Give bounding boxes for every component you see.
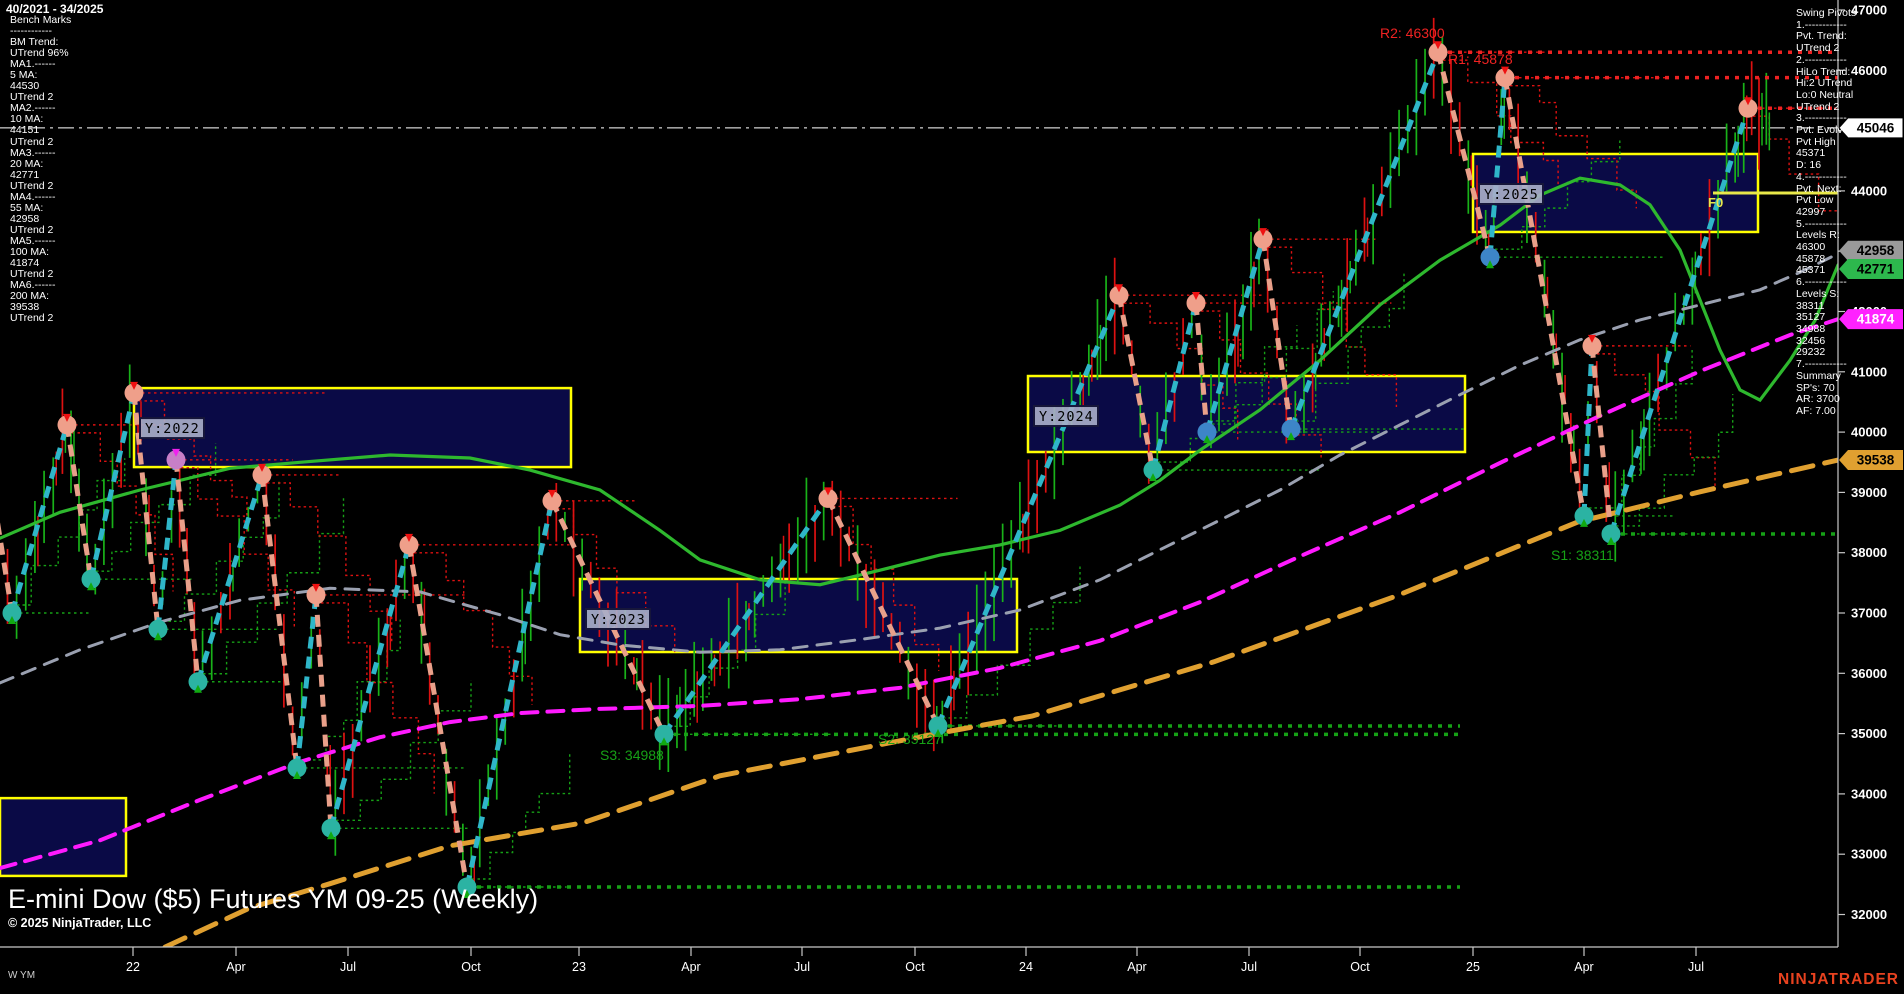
- price-badge-value: 39538: [1857, 452, 1895, 467]
- panel-line: 42997: [1796, 207, 1856, 219]
- time-axis-label: Apr: [1574, 960, 1593, 974]
- price-chart[interactable]: F0 R2: 46300R1: 45878 S1: 38311 S2: 35127 S3…: [0, 0, 1904, 994]
- level-label: S3: 34988: [600, 747, 664, 763]
- time-axis-label: Jul: [1241, 960, 1257, 974]
- panel-line: UTrend 2: [10, 137, 71, 148]
- up-swing-line: [12, 425, 67, 613]
- level-label: S1: 38311: [1551, 547, 1614, 563]
- time-axis-label: Jul: [1688, 960, 1704, 974]
- up-swing-line: [331, 545, 409, 828]
- ma-line-200ma: [165, 460, 1838, 947]
- year-label: Y:2022: [145, 421, 200, 437]
- panel-line: 4.------------: [1796, 172, 1856, 184]
- year-label: Y:2025: [1484, 187, 1539, 203]
- time-axis-label: Jul: [794, 960, 810, 974]
- panel-line: 44151: [10, 125, 71, 136]
- level-label: R1: 45878: [1448, 51, 1513, 67]
- panel-line: UTrend 2: [10, 313, 71, 324]
- time-axis-label: Oct: [1350, 960, 1370, 974]
- plot-area[interactable]: F0 R2: 46300R1: 45878 S1: 38311 S2: 35127 S3…: [0, 18, 1877, 947]
- panel-line: MA3.------: [10, 148, 71, 159]
- price-axis-label: 32000: [1851, 907, 1887, 922]
- price-axis-label: 35000: [1851, 726, 1887, 741]
- down-swing-line: [316, 595, 331, 828]
- year-label: Y:2024: [1039, 409, 1094, 425]
- copyright-label: © 2025 NinjaTrader, LLC: [8, 916, 538, 930]
- panel-line: Pvt. Evolve:: [1796, 125, 1856, 137]
- chart-title: E-mini Dow ($5) Futures YM 09-25 (Weekly…: [8, 884, 538, 914]
- time-axis-label: 23: [572, 960, 586, 974]
- price-axis-label: 47000: [1851, 3, 1887, 18]
- time-axis-label: Apr: [1127, 960, 1146, 974]
- down-swing-line: [0, 444, 12, 613]
- swing-pivots-panel: Swing Pivots1.------------Pvt. Trend:UTr…: [1796, 8, 1856, 418]
- price-axis-label: 37000: [1851, 606, 1887, 621]
- time-axis-label: Oct: [905, 960, 925, 974]
- level-label: R2: 46300: [1380, 25, 1445, 41]
- price-axis-label: 46000: [1851, 63, 1887, 78]
- panel-line: 46300: [1796, 242, 1856, 254]
- panel-line: 2.------------: [1796, 55, 1856, 67]
- price-badge-value: 45046: [1857, 120, 1895, 135]
- time-axis-label: Jul: [340, 960, 356, 974]
- price-badge-value: 42958: [1857, 243, 1895, 258]
- price-axis-label: 34000: [1851, 786, 1887, 801]
- panel-line: Levels S:: [1796, 289, 1856, 301]
- time-axis-label: Oct: [461, 960, 481, 974]
- time-axis-label: Apr: [681, 960, 700, 974]
- symbol-interval-label: W YM: [8, 970, 35, 981]
- time-axis-label: 24: [1019, 960, 1033, 974]
- panel-line: Summary: [1796, 371, 1856, 383]
- time-axis-label: 25: [1466, 960, 1480, 974]
- ninjatrader-logo: NINJATRADER: [1778, 971, 1899, 989]
- panel-line: Swing Pivots: [1796, 8, 1856, 20]
- down-swing-line: [1505, 78, 1584, 516]
- panel-line: 34988: [1796, 324, 1856, 336]
- level-label: S2: 35127: [878, 731, 942, 747]
- price-axis-label: 44000: [1851, 183, 1887, 198]
- price-axis-label: 38000: [1851, 545, 1887, 560]
- time-axis-label: 22: [126, 960, 140, 974]
- down-swing-line: [1592, 346, 1611, 534]
- up-swing-line: [1584, 346, 1592, 516]
- ninjatrader-chart-window: F0 R2: 46300R1: 45878 S1: 38311 S2: 35127 S3…: [0, 0, 1904, 994]
- price-axis-label: 40000: [1851, 425, 1887, 440]
- panel-line: AF: 7.00: [1796, 406, 1856, 418]
- price-axis-label: 36000: [1851, 666, 1887, 681]
- price-axis-label: 39000: [1851, 485, 1887, 500]
- up-swing-line: [297, 595, 316, 768]
- year-label: Y:2023: [591, 612, 646, 628]
- panel-line: Lo:0 Neutral: [1796, 90, 1856, 102]
- time-axis-label: Apr: [226, 960, 245, 974]
- fib-label: F0: [1708, 195, 1723, 210]
- price-badge-value: 42771: [1857, 262, 1895, 277]
- panel-line: 20 MA:: [10, 159, 71, 170]
- title-block: E-mini Dow ($5) Futures YM 09-25 (Weekly…: [8, 884, 538, 930]
- bench-marks-panel: Bench Marks------------BM Trend:UTrend 9…: [10, 15, 71, 324]
- price-axis-label: 33000: [1851, 847, 1887, 862]
- up-swing-line: [198, 475, 262, 682]
- price-badge-value: 41874: [1857, 312, 1895, 327]
- down-swing-line: [262, 475, 297, 768]
- price-axis-label: 41000: [1851, 364, 1887, 379]
